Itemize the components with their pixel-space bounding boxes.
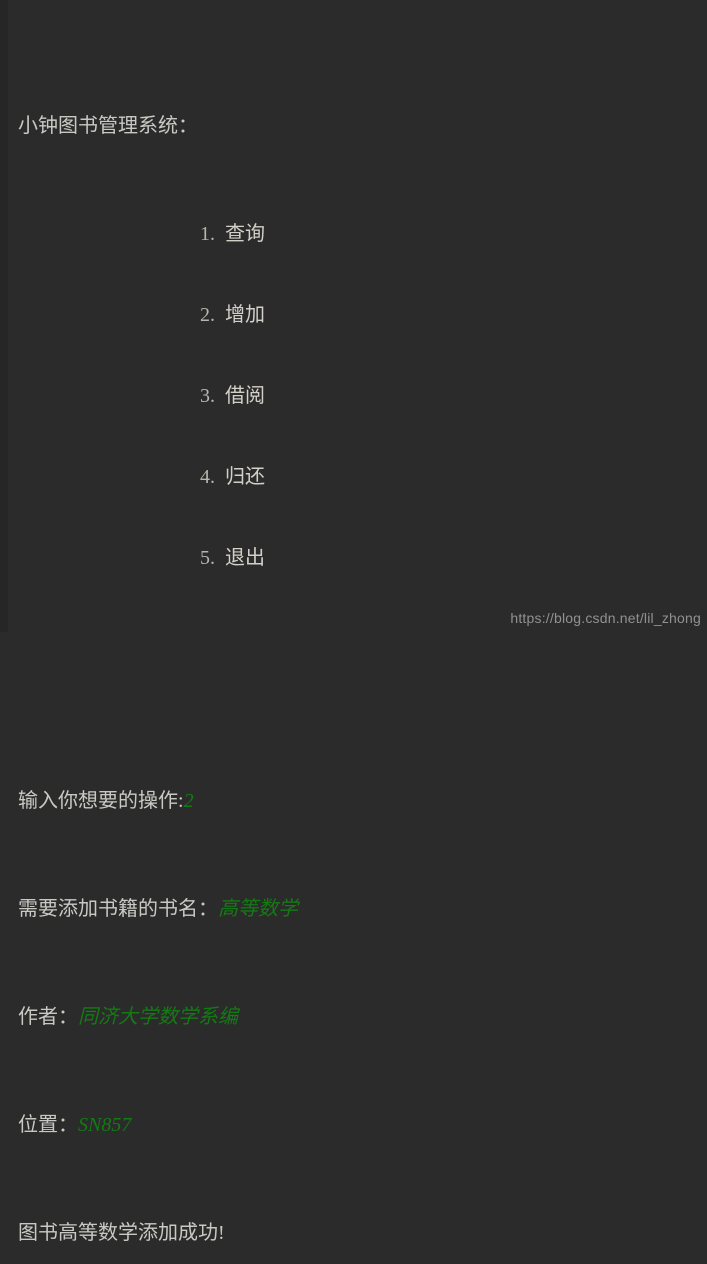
menu-item-2-label: 增加	[225, 304, 265, 326]
prompt-position: 位置：SN857	[18, 1112, 707, 1139]
terminal-console: 小钟图书管理系统： 1. 查询 2. 增加 3. 借阅 4. 归还 5. 退出 …	[0, 0, 707, 1244]
prompt-position-label: 位置：	[18, 1114, 78, 1136]
menu-item-4-first: 4. 归还	[18, 464, 707, 491]
terminal-left-gutter	[0, 0, 8, 632]
menu-item-5-label: 退出	[225, 547, 265, 569]
menu-item-3-label-spacer	[215, 385, 225, 407]
menu-item-3-first: 3. 借阅	[18, 383, 707, 410]
prompt-operation-first-label: 输入你想要的操作:	[18, 790, 184, 812]
menu-item-4-label-spacer	[215, 466, 225, 488]
menu-item-1-first: 1. 查询	[18, 221, 707, 248]
operation-input-first[interactable]: 2	[184, 790, 194, 812]
menu-item-2-number: 2.	[200, 304, 215, 326]
menu-item-1-number: 1.	[200, 223, 215, 245]
result-message-add: 图书高等数学添加成功!	[18, 1220, 707, 1247]
menu-title-text: 小钟图书管理系统：	[18, 115, 198, 137]
menu-item-3-number: 3.	[200, 385, 215, 407]
menu-item-4-label: 归还	[225, 466, 265, 488]
menu-item-2-first: 2. 增加	[18, 302, 707, 329]
prompt-book-name: 需要添加书籍的书名：高等数学	[18, 896, 707, 923]
menu-item-1-label-spacer	[215, 223, 225, 245]
menu-item-5-number: 5.	[200, 547, 215, 569]
book-name-input[interactable]: 高等数学	[218, 898, 298, 920]
prompt-book-name-label: 需要添加书籍的书名：	[18, 898, 218, 920]
result-message-add-text: 图书高等数学添加成功!	[18, 1222, 225, 1244]
menu-item-4-number: 4.	[200, 466, 215, 488]
position-input[interactable]: SN857	[78, 1114, 131, 1136]
menu-item-2-label-spacer	[215, 304, 225, 326]
menu-item-5-label-spacer	[215, 547, 225, 569]
menu-item-3-label: 借阅	[225, 385, 265, 407]
menu-title-first: 小钟图书管理系统：	[18, 113, 707, 140]
prompt-author: 作者：同济大学数学系编	[18, 1004, 707, 1031]
prompt-operation-first: 输入你想要的操作:2	[18, 788, 707, 815]
terminal-output: 小钟图书管理系统： 1. 查询 2. 增加 3. 借阅 4. 归还 5. 退出 …	[18, 5, 707, 1264]
menu-item-1-label: 查询	[225, 223, 265, 245]
csdn-watermark: https://blog.csdn.net/lil_zhong	[510, 610, 701, 626]
prompt-author-label: 作者：	[18, 1006, 78, 1028]
author-input[interactable]: 同济大学数学系编	[78, 1006, 238, 1028]
menu-item-5-first: 5. 退出	[18, 545, 707, 572]
